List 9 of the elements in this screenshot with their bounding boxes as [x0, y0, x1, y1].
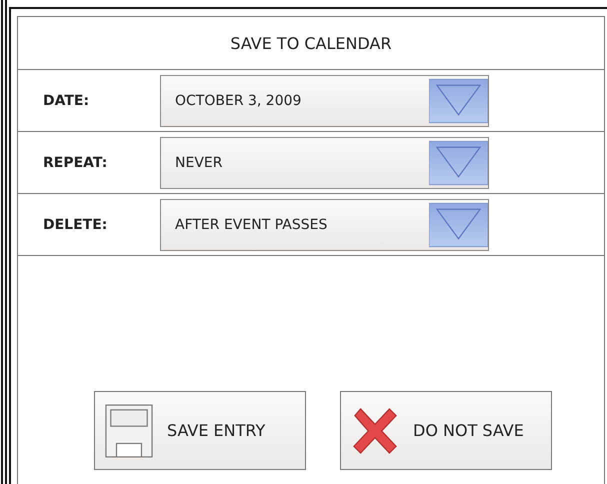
dropdown[interactable]: AFTER EVENT PASSES — [160, 198, 489, 250]
do-not-save-button[interactable]: DO NOT SAVE — [340, 391, 552, 470]
dropdown[interactable]: OCTOBER 3, 2009 — [160, 74, 489, 126]
save-entry-button[interactable]: SAVE ENTRY — [94, 391, 306, 470]
dialog-title: SAVE TO CALENDAR — [18, 17, 604, 70]
field-label: REPEAT: — [43, 154, 108, 170]
field-label: DELETE: — [43, 216, 108, 232]
dropdown[interactable]: NEVER — [160, 136, 489, 188]
field-label: DATE: — [43, 92, 90, 108]
